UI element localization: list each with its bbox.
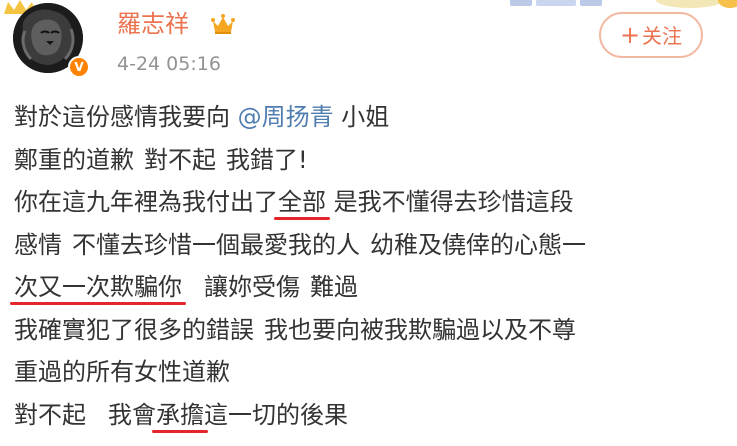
post-line-6: 我確實犯了很多的錯誤 我也要向被我欺騙過以及不尊: [14, 315, 576, 344]
plus-icon: +: [619, 21, 641, 49]
post-timestamp[interactable]: 4-24 05:16: [117, 50, 221, 78]
follow-button[interactable]: + 关注: [599, 12, 703, 58]
underlined-phrase: 次又一次欺騙你: [14, 273, 182, 301]
post-line-3: 你在這九年裡為我付出了全部 是我不懂得去珍惜這段: [14, 188, 574, 216]
mention-link[interactable]: @周扬青: [238, 103, 334, 131]
underlined-phrase: 承擔: [156, 400, 204, 429]
post-line-1: 對於這份感情我要向 @周扬青 小姐: [14, 103, 390, 131]
crown-icon: [211, 14, 235, 34]
follow-label: 关注: [642, 24, 683, 48]
underlined-phrase: 全部: [278, 188, 326, 216]
top-right-badge-fragments: [510, 0, 737, 8]
post-line-7: 重過的所有女性道歉: [14, 358, 230, 386]
post-line-8: 對不起 我會承擔這一切的後果: [14, 400, 348, 429]
username[interactable]: 羅志祥: [117, 8, 189, 40]
post-line-2: 鄭重的道歉 對不起 我錯了!: [14, 145, 308, 174]
post-body: 對於這份感情我要向 @周扬青 小姐 鄭重的道歉 對不起 我錯了! 你在這九年裡為我付…: [14, 96, 734, 436]
post-line-5: 次又一次欺騙你 讓妳受傷 難過: [14, 273, 358, 301]
post-line-4: 感情 不懂去珍惜一個最愛我的人 幼稚及僥倖的心態一: [14, 230, 586, 259]
verified-badge: V: [68, 56, 90, 78]
